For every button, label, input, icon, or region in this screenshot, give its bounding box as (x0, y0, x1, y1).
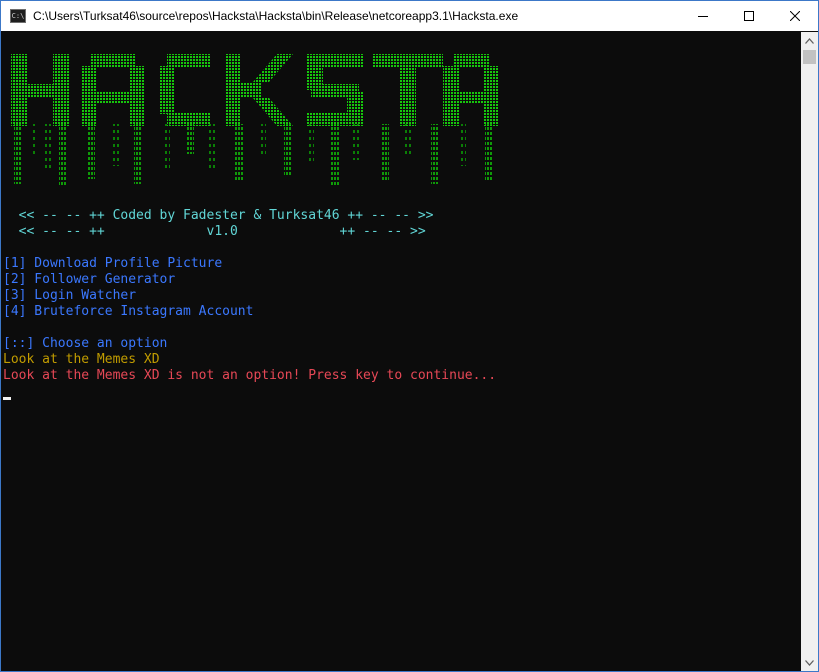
minimize-icon (698, 16, 708, 17)
chevron-down-icon (805, 659, 814, 666)
vertical-scrollbar[interactable] (801, 32, 818, 671)
maximize-button[interactable] (726, 1, 772, 31)
menu-option-download-profile-picture: [1] Download Profile Picture (3, 256, 223, 271)
title-bar[interactable]: C:\ C:\Users\Turksat46\source\repos\Hack… (1, 1, 818, 31)
invalid-option-error: Look at the Memes XD is not an option! P… (3, 368, 497, 383)
menu-option-follower-generator: [2] Follower Generator (3, 272, 176, 287)
scroll-up-button[interactable] (801, 32, 818, 49)
credits-line: << -- -- ++ Coded by Fadester & Turksat4… (3, 208, 434, 223)
version-line: << -- -- ++ v1.0 ++ -- -- >> (3, 224, 426, 239)
text-cursor (3, 397, 11, 400)
close-button[interactable] (772, 1, 818, 31)
menu-option-login-watcher: [3] Login Watcher (3, 288, 137, 303)
console-window: C:\ C:\Users\Turksat46\source\repos\Hack… (0, 0, 819, 672)
banner-letters (11, 54, 499, 126)
minimize-button[interactable] (680, 1, 726, 31)
choose-option-prompt: [::] Choose an option (3, 336, 168, 351)
console-output[interactable]: << -- -- ++ Coded by Fadester & Turksat4… (1, 32, 801, 671)
close-icon (790, 11, 800, 21)
maximize-icon (744, 11, 754, 21)
scroll-down-button[interactable] (801, 654, 818, 671)
user-input-echo: Look at the Memes XD (3, 352, 160, 367)
window-title: C:\Users\Turksat46\source\repos\Hacksta\… (33, 9, 519, 23)
banner-drip-trails (14, 124, 493, 186)
scroll-thumb[interactable] (803, 50, 816, 64)
chevron-up-icon (805, 37, 814, 44)
console-app-icon[interactable]: C:\ (10, 9, 26, 23)
hacksta-ascii-banner (11, 54, 499, 186)
menu-option-bruteforce-account: [4] Bruteforce Instagram Account (3, 304, 254, 319)
